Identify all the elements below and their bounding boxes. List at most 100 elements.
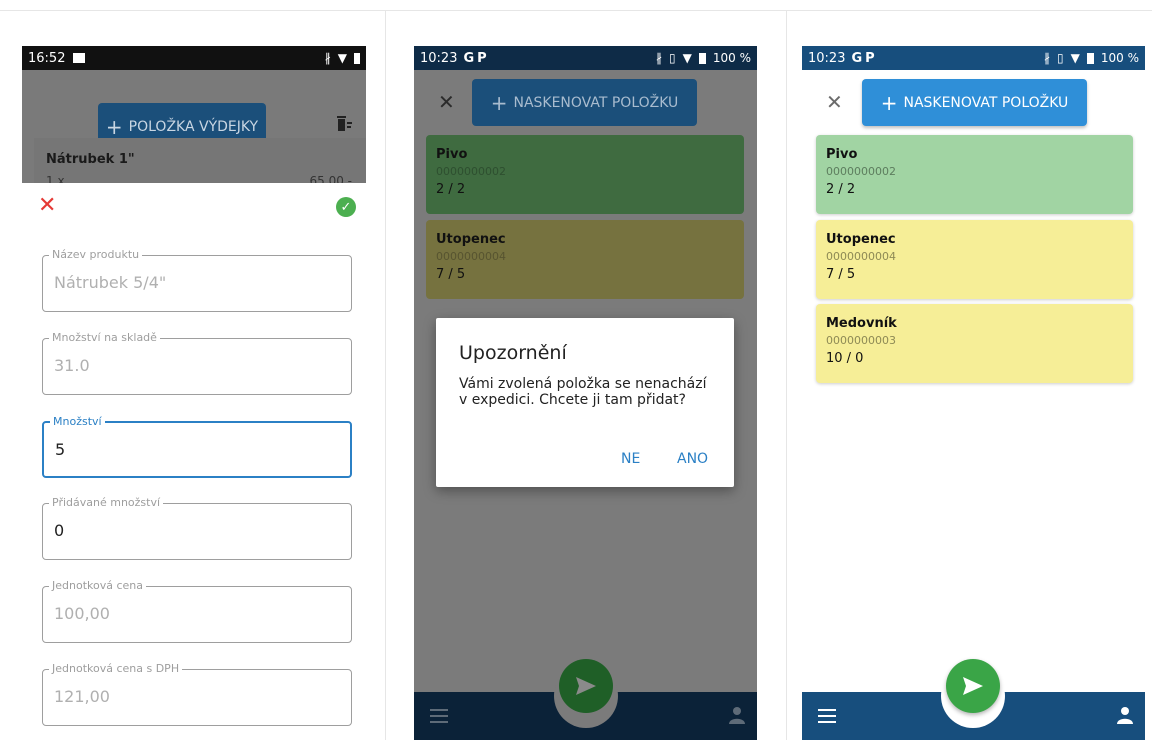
item-name: Utopenec xyxy=(826,232,896,247)
item-code: 0000000003 xyxy=(826,334,896,347)
add-item-label: POLOŽKA VÝDEJKY xyxy=(128,119,259,135)
battery-icon xyxy=(698,52,706,64)
field-label: Množství na skladě xyxy=(49,331,160,344)
unit-price-field[interactable]: Jednotková cena 100,00 xyxy=(42,579,352,643)
status-icons: ∦ ▼ xyxy=(325,51,360,65)
battery-percent: 100 % xyxy=(712,51,751,65)
vibrate-icon: ▯ xyxy=(1057,51,1064,65)
battery-percent: 100 % xyxy=(1100,51,1139,65)
field-value: 121,00 xyxy=(54,687,110,706)
delete-list-icon[interactable] xyxy=(336,114,352,132)
plus-icon: + xyxy=(880,90,898,115)
wifi-icon: ▼ xyxy=(682,51,692,65)
parking-icon: P xyxy=(865,50,875,66)
item-code: 0000000004 xyxy=(826,250,896,263)
status-icons: ∦ ▯ ▼ 100 % xyxy=(1044,51,1139,65)
field-value: 100,00 xyxy=(54,604,110,623)
battery-icon xyxy=(354,52,360,64)
menu-icon[interactable] xyxy=(818,709,836,723)
list-item[interactable]: Pivo 0000000002 2 / 2 xyxy=(426,135,744,214)
quantity-field[interactable]: Množství 5 xyxy=(42,415,352,478)
google-icon: G xyxy=(851,50,863,66)
product-name-field[interactable]: Název produktu Nátrubek 5/4" xyxy=(42,248,352,312)
item-name: Pivo xyxy=(826,147,858,162)
list-item[interactable]: Utopenec 0000000004 7 / 5 xyxy=(426,220,744,299)
unit-price-vat-field[interactable]: Jednotková cena s DPH 121,00 xyxy=(42,662,352,726)
plus-icon: + xyxy=(105,115,123,139)
field-value: Nátrubek 5/4" xyxy=(54,273,167,292)
screen-scan-dialog: 10:23 G P ∦ ▯ ▼ 100 % ✕ + NASKENOVAT POL… xyxy=(414,46,757,740)
scan-item-label: NASKENOVAT POLOŽKU xyxy=(513,94,679,111)
list-item[interactable]: Medovník 0000000003 10 / 0 xyxy=(816,304,1133,383)
no-button[interactable]: NE xyxy=(621,451,640,467)
field-value: 5 xyxy=(55,440,66,459)
status-time: 10:23 xyxy=(420,50,458,66)
dialog-title: Upozornění xyxy=(459,342,567,364)
item-qty: 10 / 0 xyxy=(826,351,864,366)
field-label: Množství xyxy=(50,415,105,428)
field-label: Jednotková cena xyxy=(49,579,146,592)
list-item[interactable]: Pivo 0000000002 2 / 2 xyxy=(816,135,1133,214)
field-value: 0 xyxy=(54,521,65,540)
bluetooth-icon: ∦ xyxy=(656,51,663,65)
plus-icon: + xyxy=(490,90,508,115)
item-name: Pivo xyxy=(436,147,468,162)
field-value: 31.0 xyxy=(54,356,90,375)
user-icon[interactable] xyxy=(729,706,745,724)
image-icon xyxy=(73,53,86,63)
wifi-icon: ▼ xyxy=(1070,51,1080,65)
close-icon[interactable]: ✕ xyxy=(38,195,56,217)
item-qty: 2 / 2 xyxy=(436,182,466,197)
item-code: 0000000004 xyxy=(436,250,506,263)
status-bar: 10:23 G P ∦ ▯ ▼ 100 % xyxy=(414,46,757,70)
close-icon[interactable]: ✕ xyxy=(438,90,455,114)
send-button[interactable] xyxy=(559,659,613,713)
bluetooth-icon: ∦ xyxy=(324,51,331,65)
item-code: 0000000002 xyxy=(436,165,506,178)
screen-edit-item: 16:52 ∦ ▼ + POLOŽKA VÝDEJKY Nátrubek 1" … xyxy=(22,46,366,740)
item-qty: 7 / 5 xyxy=(826,267,856,282)
status-icons: ∦ ▯ ▼ 100 % xyxy=(656,51,751,65)
item-qty: 7 / 5 xyxy=(436,267,466,282)
user-icon[interactable] xyxy=(1117,706,1133,724)
send-icon xyxy=(963,677,983,695)
list-background: + POLOŽKA VÝDEJKY Nátrubek 1" 1 x 65,00 … xyxy=(22,70,366,188)
list-item[interactable]: Utopenec 0000000004 7 / 5 xyxy=(816,220,1133,299)
status-bar: 16:52 ∦ ▼ xyxy=(22,46,366,70)
scan-item-button[interactable]: + NASKENOVAT POLOŽKU xyxy=(862,79,1087,126)
item-qty: 2 / 2 xyxy=(826,182,856,197)
bluetooth-icon: ∦ xyxy=(1044,51,1051,65)
vibrate-icon: ▯ xyxy=(669,51,676,65)
google-icon: G xyxy=(463,50,475,66)
item-code: 0000000002 xyxy=(826,165,896,178)
panel-divider xyxy=(786,10,787,740)
wifi-icon: ▼ xyxy=(337,51,347,65)
scan-item-label: NASKENOVAT POLOŽKU xyxy=(903,94,1069,111)
item-name: Medovník xyxy=(826,316,897,331)
scan-item-button[interactable]: + NASKENOVAT POLOŽKU xyxy=(472,79,697,126)
field-label: Přidávané množství xyxy=(49,496,164,509)
close-icon[interactable]: ✕ xyxy=(826,90,843,114)
edit-sheet: ✕ ✓ Název produktu Nátrubek 5/4" Množstv… xyxy=(22,183,366,740)
parking-icon: P xyxy=(477,50,487,66)
added-quantity-field[interactable]: Přidávané množství 0 xyxy=(42,496,352,560)
yes-button[interactable]: ANO xyxy=(677,451,708,467)
panel-divider xyxy=(385,10,386,740)
item-name: Utopenec xyxy=(436,232,506,247)
dialog-message: Vámi zvolená položka se nenachází v expe… xyxy=(459,376,707,408)
list-item[interactable]: Nátrubek 1" 1 x 65,00 - xyxy=(34,138,366,188)
screen-scan-list: 10:23 G P ∦ ▯ ▼ 100 % ✕ + NASKENOVAT POL… xyxy=(802,46,1145,740)
status-time: 10:23 xyxy=(808,50,846,66)
field-label: Název produktu xyxy=(49,248,143,261)
list-item-title: Nátrubek 1" xyxy=(46,152,135,167)
send-icon xyxy=(576,677,596,695)
field-label: Jednotková cena s DPH xyxy=(49,662,183,675)
confirm-dialog: Upozornění Vámi zvolená položka se nenac… xyxy=(436,318,734,487)
stock-quantity-field[interactable]: Množství na skladě 31.0 xyxy=(42,331,352,395)
status-time: 16:52 xyxy=(28,50,66,66)
send-button[interactable] xyxy=(946,659,1000,713)
battery-icon xyxy=(1086,52,1094,64)
check-circle-icon[interactable]: ✓ xyxy=(336,197,356,217)
menu-icon[interactable] xyxy=(430,709,448,723)
status-bar: 10:23 G P ∦ ▯ ▼ 100 % xyxy=(802,46,1145,70)
